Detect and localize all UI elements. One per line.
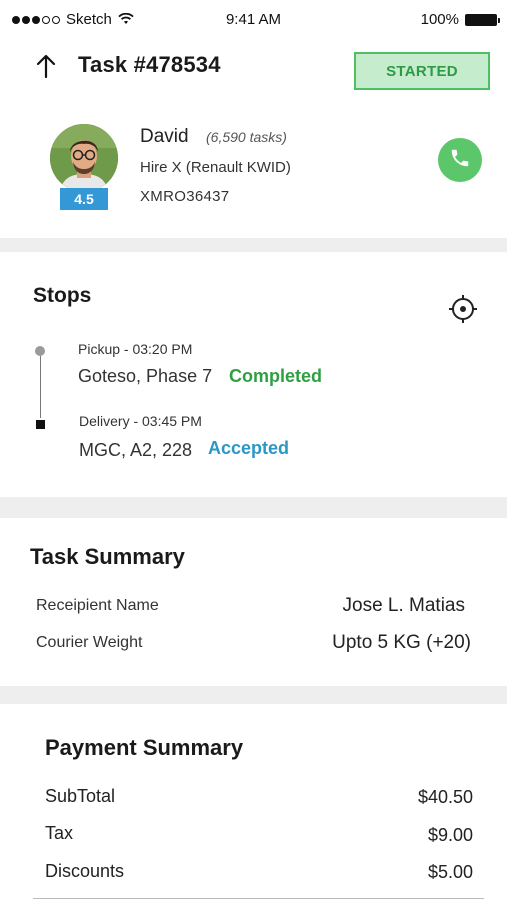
avatar bbox=[50, 124, 118, 192]
stop-place: MGC, A2, 228 bbox=[79, 440, 193, 460]
battery-icon bbox=[465, 13, 500, 26]
stops-section: Stops Pickup - 03:20 PM Goteso, Phase 7 … bbox=[0, 252, 507, 497]
payment-row-label: Tax bbox=[45, 823, 74, 843]
payment-row-value: $40.50 bbox=[417, 787, 473, 807]
payment-row-value: $9.00 bbox=[427, 825, 473, 845]
stop-place: Goteso, Phase 7 bbox=[78, 366, 213, 386]
summary-row-value: Upto 5 KG (+20) bbox=[332, 632, 471, 653]
pickup-marker bbox=[35, 346, 45, 356]
call-button[interactable] bbox=[438, 138, 482, 182]
payment-summary-title: Payment Summary bbox=[45, 735, 244, 760]
payment-divider bbox=[33, 898, 484, 899]
delivery-marker bbox=[36, 420, 45, 429]
payment-summary-section: Payment Summary SubTotal $40.50 Tax $9.0… bbox=[0, 704, 507, 900]
arrow-up-icon[interactable] bbox=[34, 52, 58, 80]
timeline-line bbox=[39, 356, 41, 418]
summary-row-label: Receipient Name bbox=[36, 597, 159, 614]
summary-row-value: Jose L. Matias bbox=[342, 595, 466, 616]
driver-vehicle: Hire X (Renault KWID) bbox=[140, 159, 291, 176]
section-divider bbox=[0, 497, 507, 518]
driver-card: 4.5 David (6,590 tasks) Hire X (Renault … bbox=[0, 100, 507, 238]
crosshair-icon[interactable] bbox=[447, 293, 479, 325]
section-divider bbox=[0, 686, 507, 704]
battery-percent: 100% bbox=[420, 11, 459, 28]
driver-plate: XMRO36437 bbox=[140, 188, 230, 205]
rating-badge: 4.5 bbox=[60, 188, 108, 210]
payment-row-value: $5.00 bbox=[427, 862, 473, 882]
task-header: Task #478534 STARTED bbox=[0, 40, 507, 100]
status-bar: Sketch 9:41 AM 100% bbox=[0, 0, 507, 40]
driver-task-count: (6,590 tasks) bbox=[206, 129, 287, 145]
status-bar-right: 100% bbox=[420, 11, 500, 28]
section-divider bbox=[0, 238, 507, 252]
phone-icon bbox=[449, 147, 471, 174]
task-summary-section: Task Summary Receipient Name Jose L. Mat… bbox=[0, 518, 507, 686]
stops-title: Stops bbox=[33, 284, 92, 307]
stop-meta: Delivery - 03:45 PM bbox=[79, 413, 202, 429]
task-summary-title: Task Summary bbox=[30, 544, 185, 569]
payment-row-label: Discounts bbox=[45, 861, 125, 881]
summary-row-label: Courier Weight bbox=[36, 634, 143, 651]
stop-meta: Pickup - 03:20 PM bbox=[78, 341, 193, 357]
driver-name: David bbox=[140, 126, 189, 147]
stop-status-accepted: Accepted bbox=[208, 438, 290, 458]
status-badge: STARTED bbox=[354, 52, 490, 90]
stop-status-completed: Completed bbox=[229, 366, 323, 386]
page-title: Task #478534 bbox=[78, 52, 221, 77]
payment-row-label: SubTotal bbox=[45, 786, 116, 806]
